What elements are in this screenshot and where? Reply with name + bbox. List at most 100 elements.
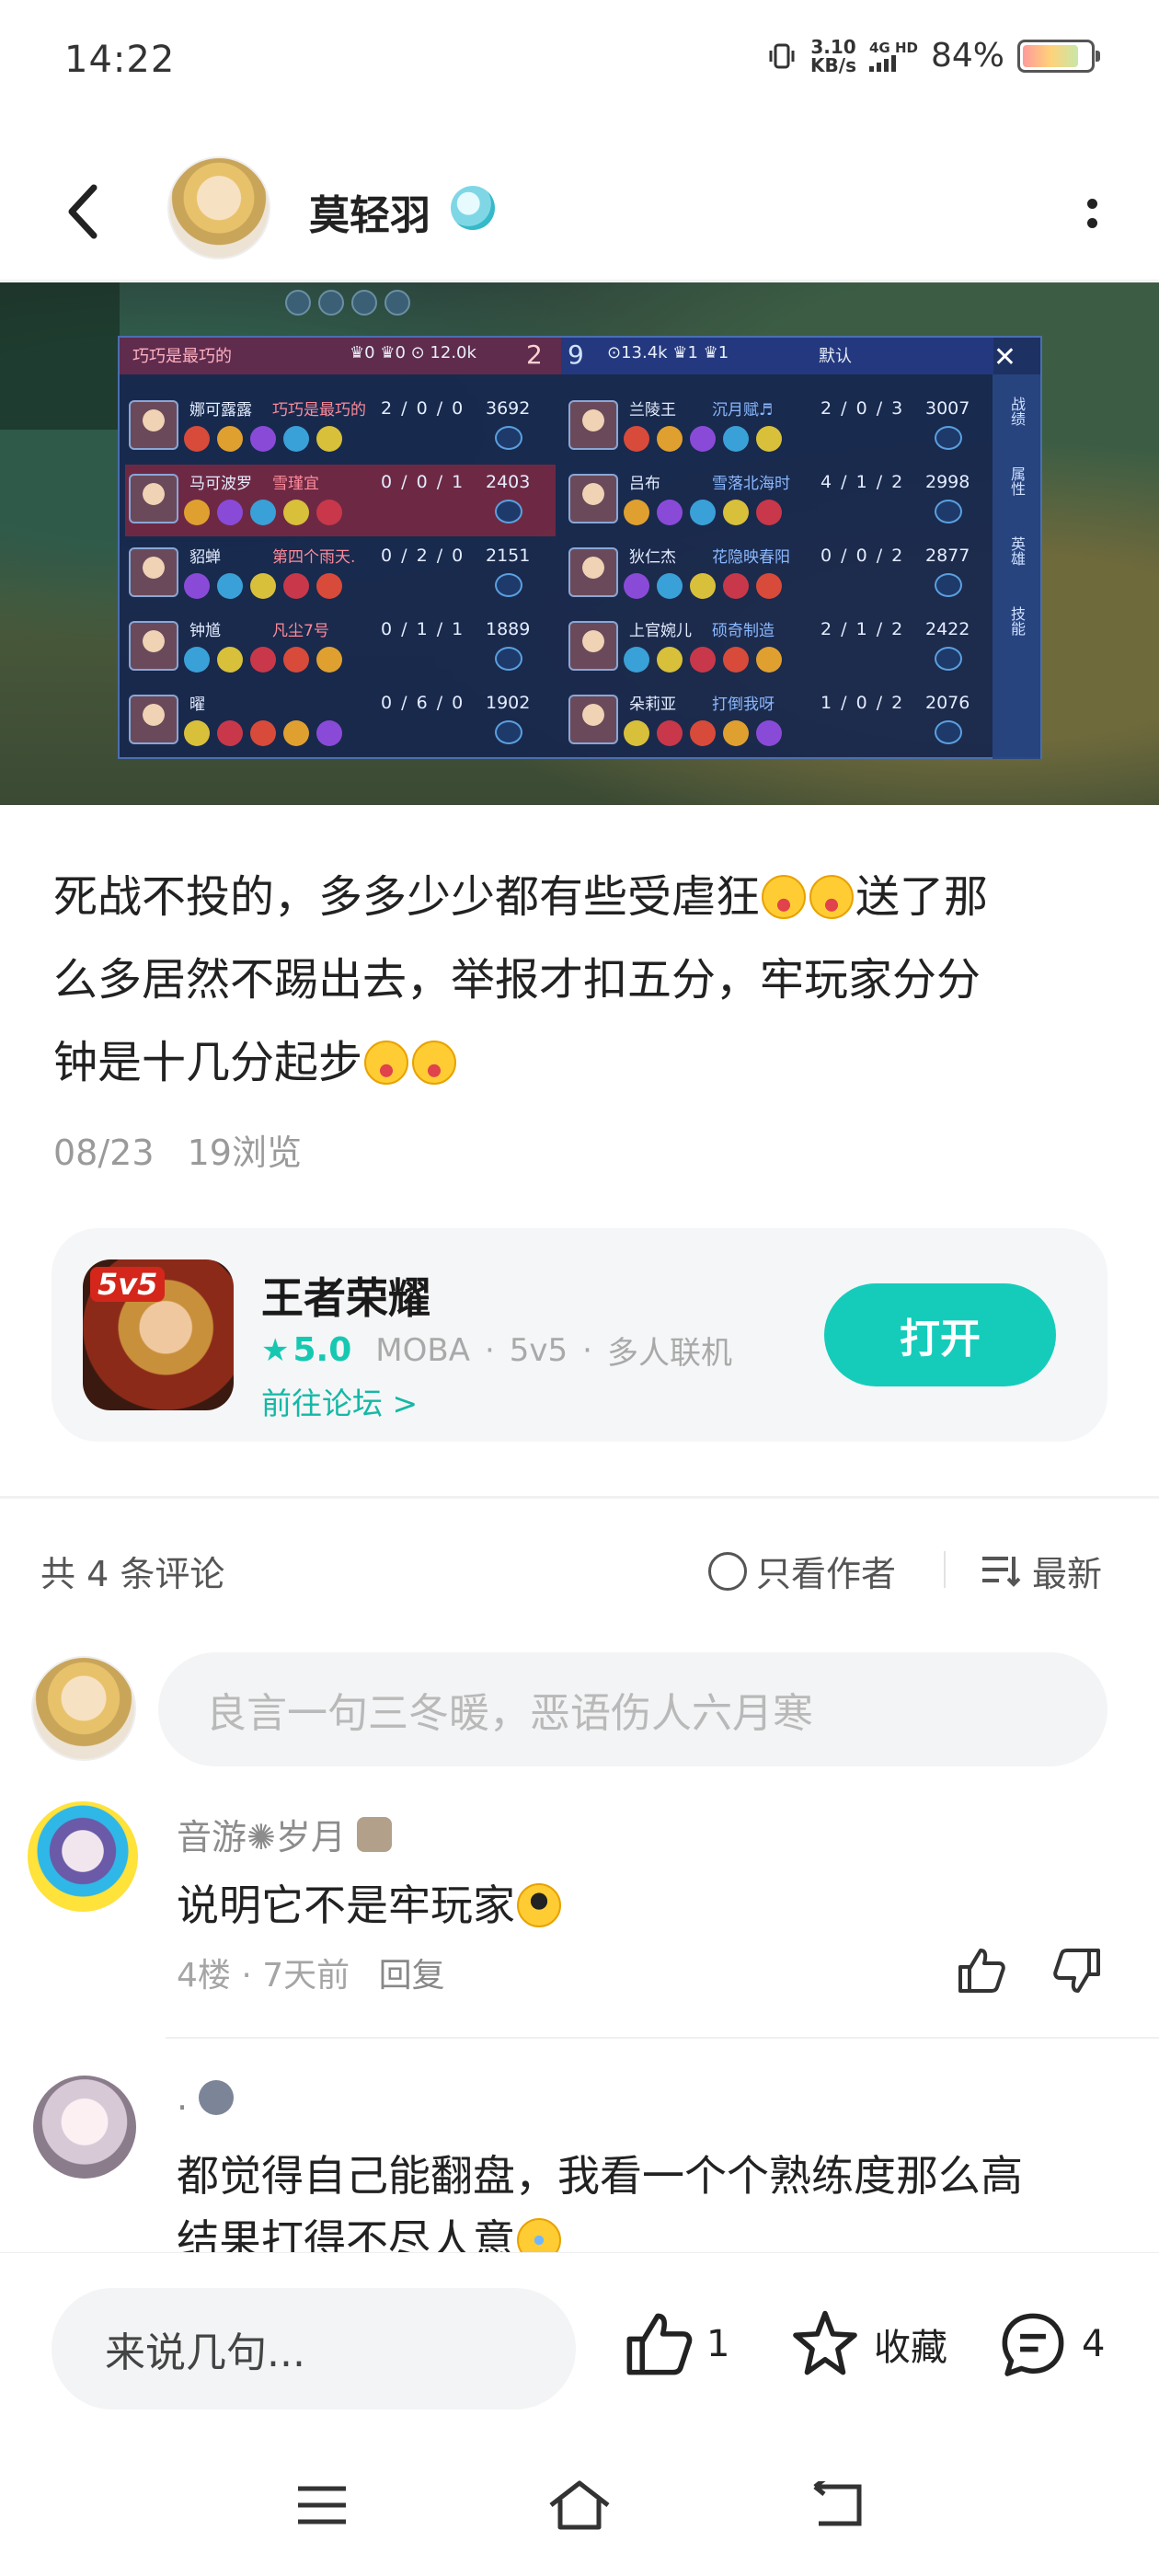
comment-divider <box>166 2037 1159 2039</box>
comments-button[interactable]: 4 <box>997 2308 1105 2380</box>
hud-icons <box>285 290 410 316</box>
back-button[interactable] <box>55 175 110 248</box>
item-icon <box>184 573 210 599</box>
home-icon <box>549 2480 610 2530</box>
dislike-comment-button[interactable] <box>1050 1943 1106 1998</box>
hero-portrait <box>568 695 618 744</box>
forum-link[interactable]: 前往论坛 > <box>261 1379 418 1423</box>
commenter-name[interactable]: . <box>177 2077 235 2118</box>
item-icon <box>723 500 749 525</box>
app-card[interactable]: 5v5 王者荣耀 ★ 5.0 MOBA · 5v5 · 多人联机 前往论坛 > … <box>52 1228 1107 1442</box>
item-icons <box>624 720 782 746</box>
item-icon <box>283 647 309 673</box>
sort-default: 默认 <box>819 347 852 366</box>
my-avatar <box>31 1656 136 1761</box>
post-date: 08/23 <box>53 1133 155 1173</box>
item-icon <box>316 426 342 452</box>
star-outline-icon <box>793 2310 857 2375</box>
like-button[interactable]: 1 <box>622 2308 729 2380</box>
hero-portrait <box>568 547 618 597</box>
open-app-button[interactable]: 打开 <box>824 1283 1056 1386</box>
player-name: 打倒我呀 <box>712 696 775 714</box>
player-name: 沉月赋♬ <box>712 401 774 420</box>
scoreboard-side-tabs: 战绩 属性 英雄 技能 <box>993 374 1040 759</box>
post-views: 19浏览 <box>187 1133 302 1173</box>
like-comment-button[interactable] <box>953 1943 1008 1998</box>
item-icons <box>624 426 782 452</box>
sort-latest-button[interactable]: 最新 <box>981 1546 1102 1596</box>
favorite-button[interactable]: 收藏 <box>789 2308 947 2380</box>
gold: 2403 <box>486 472 531 492</box>
item-icon <box>316 500 342 525</box>
comment-input[interactable]: 良言一句三冬暖，恶语伤人六月寒 <box>158 1652 1107 1766</box>
comment-meta: 4楼 · 7天前 回复 <box>177 1957 445 1995</box>
hero-name: 曜 <box>189 696 205 714</box>
author-name[interactable]: 莫轻羽 <box>309 182 430 241</box>
hero-portrait <box>129 400 178 450</box>
item-icon <box>723 573 749 599</box>
eye-icon <box>495 573 522 597</box>
gold: 1902 <box>486 693 531 713</box>
item-icons <box>624 573 782 599</box>
kda: 0 / 6 / 0 <box>381 693 465 713</box>
app-badge: 5v5 <box>90 1267 166 1302</box>
only-author-toggle[interactable]: 只看作者 <box>708 1546 896 1596</box>
battery-fill <box>1023 44 1079 67</box>
commenter-name[interactable]: 音游✺岁月 <box>177 1809 392 1859</box>
hero-name: 朵莉亚 <box>629 696 676 714</box>
item-icon <box>316 647 342 673</box>
kda: 2 / 1 / 2 <box>820 619 905 639</box>
player-name: 雪落北海时 <box>712 475 790 493</box>
item-icons <box>184 720 342 746</box>
hero-name: 娜可露露 <box>189 401 252 420</box>
back-nav-button[interactable] <box>800 2473 874 2537</box>
item-icon <box>657 500 683 525</box>
gold: 2151 <box>486 546 531 566</box>
left-team-stats: ♛0 ♛0 ⊙ 12.0k <box>350 343 476 362</box>
commenter-avatar[interactable] <box>28 1801 138 1912</box>
say-input[interactable]: 来说几句... <box>52 2288 576 2409</box>
scoreboard-row: 娜可露露 巧巧是最巧的 2 / 0 / 0 3692 <box>125 391 556 463</box>
item-icon <box>723 647 749 673</box>
app-meta: ★ 5.0 MOBA · 5v5 · 多人联机 <box>261 1328 732 1373</box>
hero-name: 吕布 <box>629 475 660 493</box>
item-icons <box>184 647 342 673</box>
item-icon <box>184 647 210 673</box>
status-bar: 14:22 3.10 KB/s 4G HD 84% <box>0 0 1159 124</box>
item-icons <box>184 500 342 525</box>
hero-portrait <box>129 621 178 671</box>
scoreboard-row: 吕布 雪落北海时 4 / 1 / 2 2998 <box>565 465 990 536</box>
item-icon <box>316 573 342 599</box>
chevron-left-icon <box>68 184 98 239</box>
kda: 0 / 1 / 1 <box>381 619 465 639</box>
item-icons <box>624 500 782 525</box>
reply-button[interactable]: 回复 <box>379 1957 445 1995</box>
menu-icon <box>298 2486 346 2524</box>
divider <box>944 1551 946 1588</box>
player-name: 硕奇制造 <box>712 622 775 640</box>
home-nav-button[interactable] <box>543 2473 616 2537</box>
menu-nav-button[interactable] <box>285 2473 359 2537</box>
app-icon[interactable]: 5v5 <box>83 1259 234 1410</box>
battery-icon <box>1017 39 1100 73</box>
comment-bubble-icon <box>1002 2313 1064 2376</box>
comment-text: 说明它不是牢玩家 <box>177 1873 563 1938</box>
signal-icon: 4G HD <box>869 40 918 72</box>
more-button[interactable] <box>1078 186 1106 241</box>
dot-icon <box>1086 218 1097 228</box>
author-avatar[interactable] <box>167 156 270 259</box>
post-image[interactable]: 巧巧是最巧的 ♛0 ♛0 ⊙ 12.0k 2 9 ⊙13.4k ♛1 ♛1 默认… <box>0 282 1159 805</box>
item-icon <box>184 720 210 746</box>
hero-portrait <box>568 621 618 671</box>
kda: 0 / 2 / 0 <box>381 546 465 566</box>
scoreboard: 巧巧是最巧的 ♛0 ♛0 ⊙ 12.0k 2 9 ⊙13.4k ♛1 ♛1 默认… <box>118 336 1042 759</box>
player-name: 巧巧是最巧的 <box>272 401 366 420</box>
item-icon <box>217 720 243 746</box>
commenter-avatar[interactable] <box>33 2076 136 2179</box>
item-icon <box>624 426 649 452</box>
post-meta: 08/23 19浏览 <box>53 1124 302 1175</box>
item-icon <box>657 720 683 746</box>
item-icon <box>723 426 749 452</box>
system-nav-bar <box>0 2436 1159 2576</box>
item-icon <box>250 647 276 673</box>
